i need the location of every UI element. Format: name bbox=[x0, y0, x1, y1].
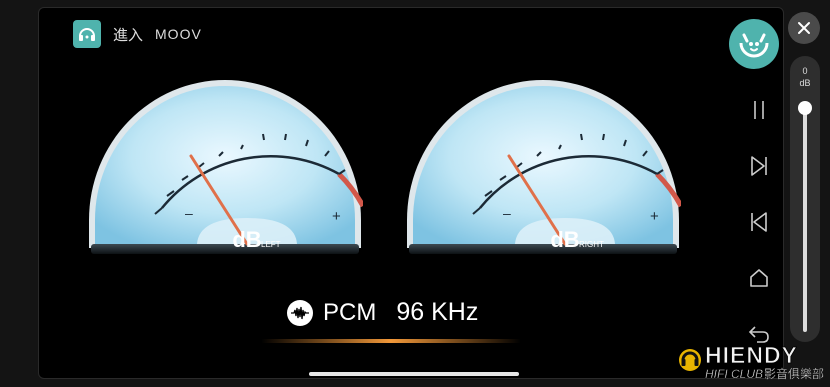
sample-rate-label: 96 KHz bbox=[396, 298, 479, 326]
top-bar: 進入 MOOV bbox=[73, 20, 202, 48]
moov-logo-icon[interactable] bbox=[729, 19, 779, 69]
meter-channel-label: LEFT bbox=[261, 240, 281, 249]
enter-label[interactable]: 進入 bbox=[113, 24, 143, 45]
vu-meter-right: – + dB RIGHT bbox=[405, 76, 681, 256]
watermark-cn: 影音俱樂部 bbox=[764, 366, 824, 381]
vu-meter-left: – + dB LEFT bbox=[87, 76, 363, 256]
volume-rail[interactable] bbox=[803, 108, 807, 332]
volume-slider[interactable]: 0 dB bbox=[790, 56, 820, 342]
brand-label: MOOV bbox=[155, 26, 202, 42]
watermark-sub: HIFI CLUB bbox=[705, 367, 763, 381]
meter-unit-label: dB bbox=[232, 227, 261, 252]
meter-minus-label: – bbox=[503, 205, 511, 221]
next-icon[interactable] bbox=[745, 152, 773, 180]
headphones-icon[interactable] bbox=[73, 20, 101, 48]
meter-minus-label: – bbox=[185, 205, 193, 221]
format-type-label: PCM bbox=[323, 298, 377, 326]
previous-icon[interactable] bbox=[745, 208, 773, 236]
pause-icon[interactable] bbox=[745, 96, 773, 124]
watermark-brand: HIENDY bbox=[705, 342, 798, 368]
waveform-icon bbox=[287, 299, 313, 326]
meter-unit-label: dB bbox=[550, 227, 579, 252]
meter-channel-label: RIGHT bbox=[579, 240, 604, 249]
volume-knob[interactable] bbox=[798, 101, 812, 115]
watermark-logo: HIENDY HIFI CLUB 影音俱樂部 bbox=[678, 336, 828, 382]
close-icon[interactable] bbox=[788, 12, 820, 44]
volume-value: 0 bbox=[802, 66, 808, 76]
meter-plus-label: + bbox=[650, 208, 659, 225]
home-icon[interactable] bbox=[745, 264, 773, 292]
home-indicator[interactable] bbox=[309, 372, 519, 376]
format-display: PCM 96 KHz bbox=[287, 298, 478, 327]
format-glow-bar bbox=[261, 339, 521, 343]
volume-unit: dB bbox=[799, 78, 811, 88]
meter-plus-label: + bbox=[332, 208, 341, 225]
player-screen: 進入 MOOV – + dB LEFT – + dB RIGHT PCM 96 … bbox=[38, 7, 784, 379]
